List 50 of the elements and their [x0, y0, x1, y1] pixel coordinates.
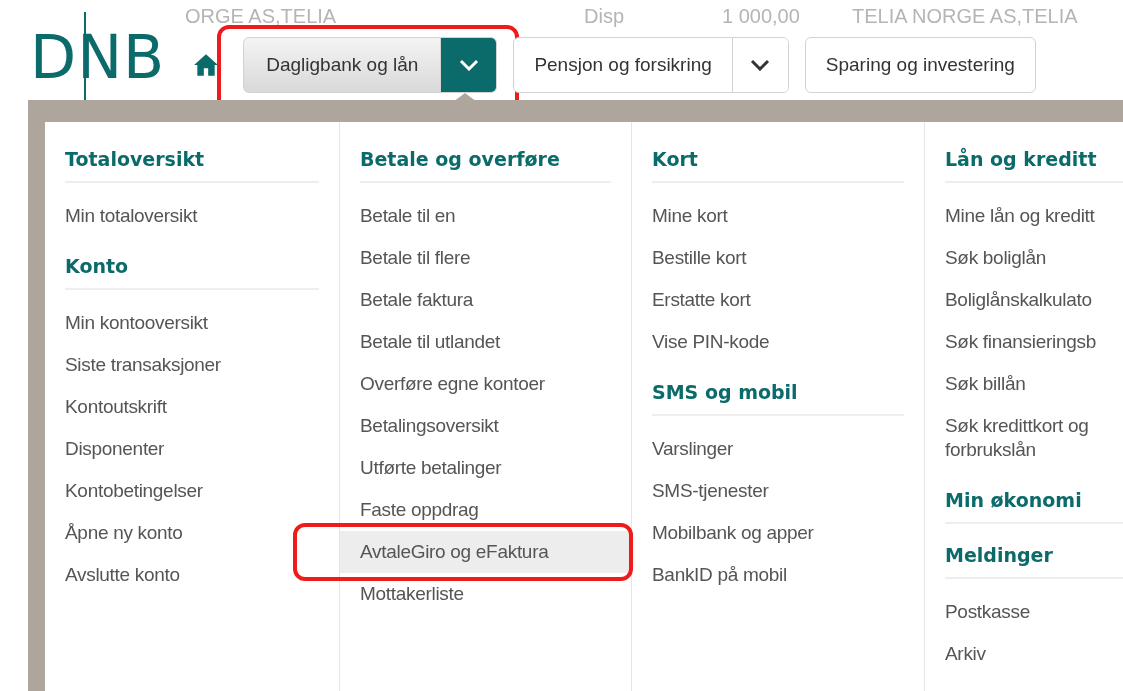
section-heading: SMS og mobil — [652, 381, 904, 416]
section-heading: Min økonomi — [945, 489, 1123, 524]
section-heading: Betale og overføre — [360, 148, 611, 183]
menu-link[interactable]: Erstatte kort — [652, 279, 904, 321]
home-icon[interactable] — [193, 53, 220, 77]
menu-link[interactable]: BankID på mobil — [652, 554, 904, 596]
section-heading: Lån og kreditt — [945, 148, 1123, 183]
menu-link[interactable]: Betale faktura — [360, 279, 611, 321]
section-heading: Totaloversikt — [65, 148, 319, 183]
menu-link[interactable]: Siste transaksjoner — [65, 344, 319, 386]
menu-link[interactable]: Mine kort — [652, 195, 904, 237]
menu-link[interactable]: Avslutte konto — [65, 554, 319, 596]
menu-link[interactable]: SMS-tjenester — [652, 470, 904, 512]
menu-link[interactable]: Betale til en — [360, 195, 611, 237]
section-heading: Konto — [65, 255, 319, 290]
menu-link[interactable]: Varslinger — [652, 428, 904, 470]
chevron-down-icon[interactable] — [731, 38, 788, 92]
menu-link[interactable]: Mine lån og kreditt — [945, 195, 1115, 237]
menu-link[interactable]: Min kontooversikt — [65, 302, 319, 344]
menu-link[interactable]: Mottakerliste — [360, 573, 611, 615]
menu-link[interactable]: Min totaloversikt — [65, 195, 319, 237]
section-heading: Kort — [652, 148, 904, 183]
menu-link[interactable]: Søk boliglån — [945, 237, 1115, 279]
menu-link[interactable]: Arkiv — [945, 633, 1115, 675]
menu-link[interactable]: Betale til utlandet — [360, 321, 611, 363]
menu-link[interactable]: Åpne ny konto — [65, 512, 319, 554]
menu-link[interactable]: Vise PIN-kode — [652, 321, 904, 363]
nav-tab[interactable]: Sparing og investering — [805, 38, 1035, 92]
section-heading: Meldinger — [945, 544, 1123, 579]
menu-link[interactable]: Søk kredittkort og forbrukslån — [945, 405, 1115, 471]
menu-link[interactable]: Søk finansieringsb — [945, 321, 1115, 363]
menu-link[interactable]: Postkasse — [945, 591, 1115, 633]
menu-link[interactable]: Søk billån — [945, 363, 1115, 405]
menu-link[interactable]: Betalingsoversikt — [360, 405, 611, 447]
menu-link[interactable]: Boliglånskalkulato — [945, 279, 1115, 321]
menu-link[interactable]: Disponenter — [65, 428, 319, 470]
background-text: 1 000,00 — [722, 4, 800, 28]
menu-link[interactable]: Mobilbank og apper — [652, 512, 904, 554]
background-text: TELIA NORGE AS,TELIA — [852, 4, 1078, 28]
menu-link[interactable]: Overføre egne kontoer — [360, 363, 611, 405]
menu-link[interactable]: AvtaleGiro og eFaktura — [340, 531, 631, 573]
menu-link[interactable]: Faste oppdrag — [360, 489, 611, 531]
menu-link[interactable]: Kontoutskrift — [65, 386, 319, 428]
chevron-down-icon[interactable] — [440, 38, 497, 92]
background-text: Disp — [584, 4, 624, 28]
menu-link[interactable]: Bestille kort — [652, 237, 904, 279]
menu-link[interactable]: Kontobetingelser — [65, 470, 319, 512]
background-text: ORGE AS,TELIA — [185, 4, 337, 28]
menu-link[interactable]: Utførte betalinger — [360, 447, 611, 489]
menu-link[interactable]: Betale til flere — [360, 237, 611, 279]
